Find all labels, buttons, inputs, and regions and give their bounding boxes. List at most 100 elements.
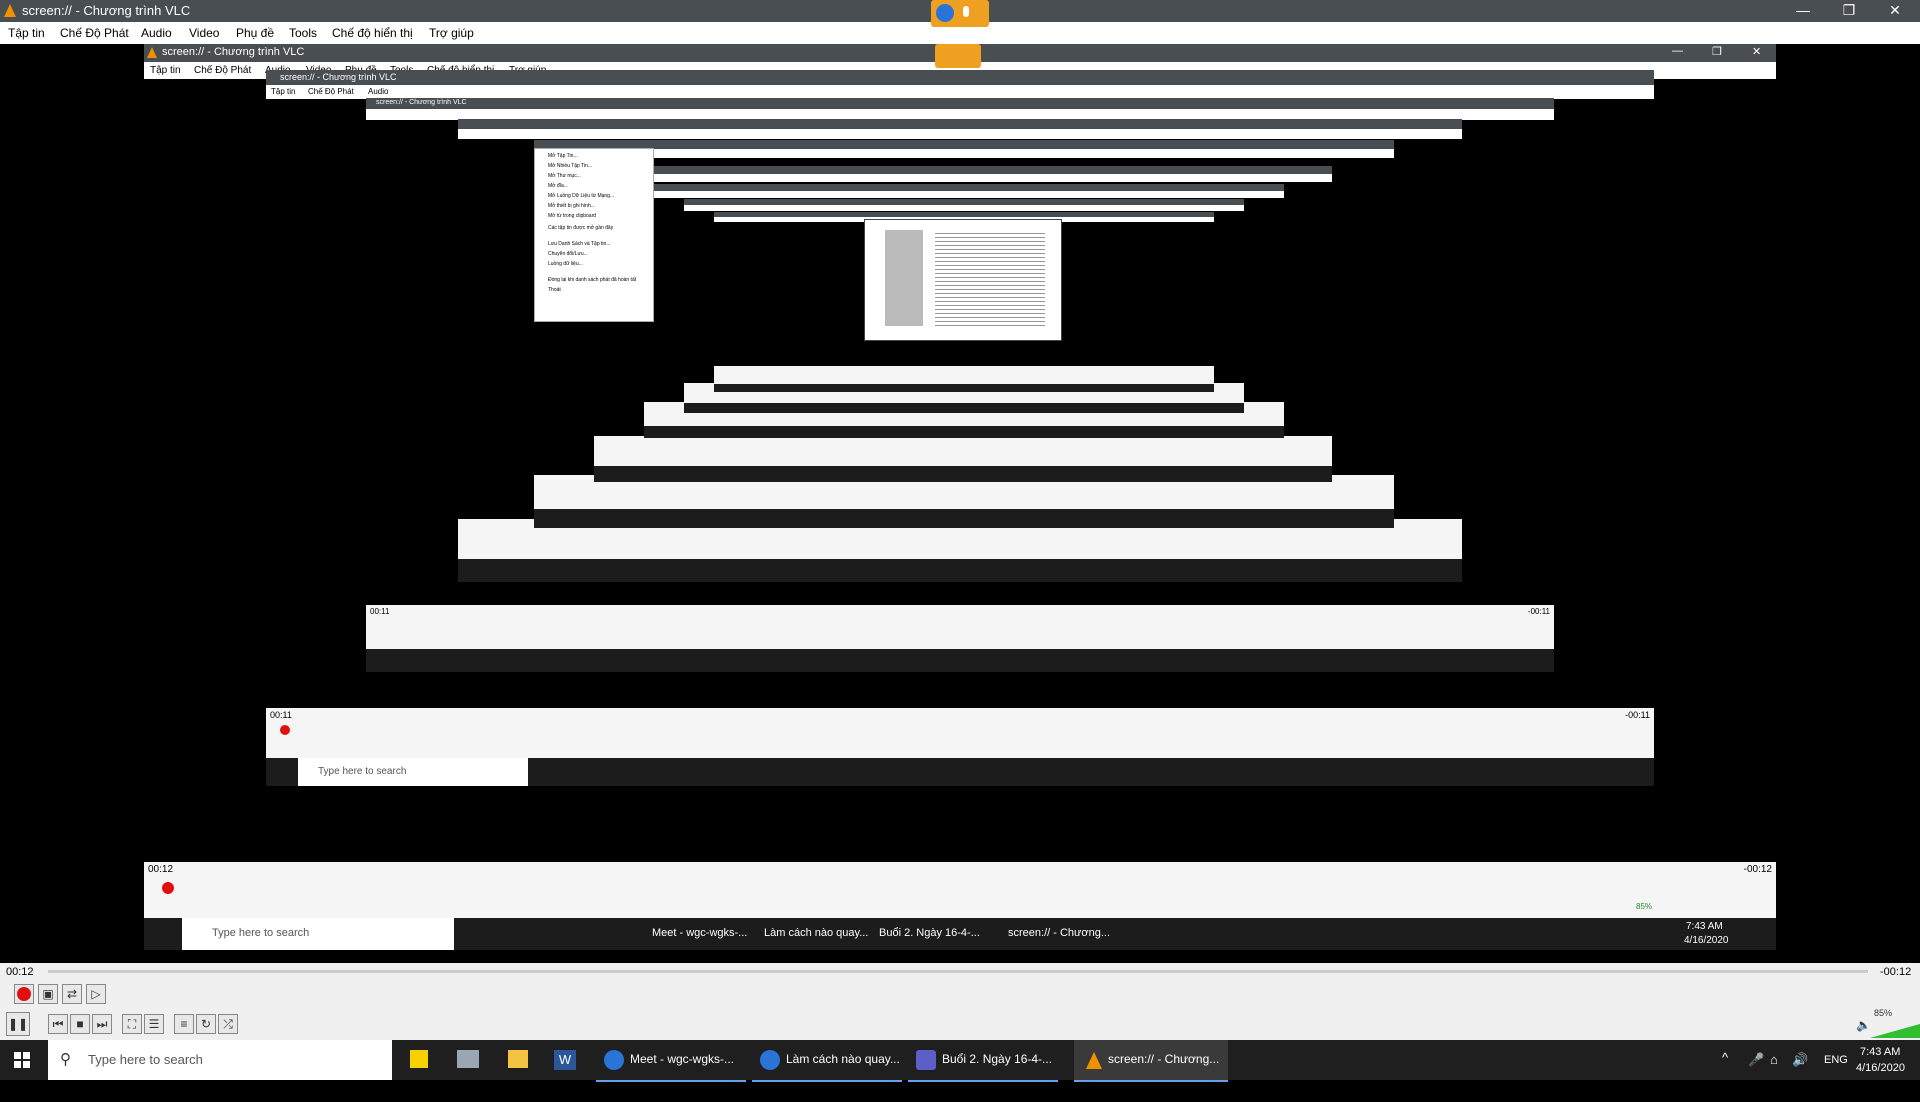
mirror-2-menu-playback: Chế Độ Phát: [308, 87, 354, 96]
mirror-remaining: -00:12: [1743, 864, 1772, 875]
minimize-button[interactable]: —: [1780, 0, 1826, 22]
next-button[interactable]: ⏭: [92, 1014, 112, 1034]
tray-volume-icon[interactable]: 🔊: [1792, 1052, 1808, 1092]
pause-icon: ❚❚: [7, 1017, 29, 1031]
tray-clock-date[interactable]: 4/16/2020: [1856, 1062, 1905, 1102]
word-icon[interactable]: W: [554, 1050, 576, 1070]
chrome-icon: [760, 1050, 780, 1070]
mirror-task-3: Buổi 2. Ngày 16-4-...: [879, 927, 980, 939]
frame-step-button[interactable]: ▷: [86, 984, 106, 1004]
vlc-icon: [1086, 1052, 1102, 1069]
close-button[interactable]: ✕: [1872, 0, 1918, 22]
taskbar-app-teams[interactable]: Buổi 2. Ngày 16-4-...: [908, 1040, 1058, 1082]
mirror-2-record-icon: [280, 725, 290, 735]
sticky-notes-icon[interactable]: [410, 1050, 428, 1068]
photos-icon[interactable]: [457, 1050, 479, 1068]
pause-button[interactable]: ❚❚: [6, 1012, 30, 1036]
record-icon: [17, 987, 31, 1001]
taskbar-search-box[interactable]: ⚲ Type here to search: [48, 1040, 392, 1080]
stop-icon: ■: [76, 1017, 84, 1031]
mirror-minimize-icon: —: [1672, 45, 1683, 57]
file-menu-item-5: Mở Luồng Dữ Liệu từ Mạng...: [548, 193, 615, 199]
menu-video[interactable]: Video: [189, 26, 219, 40]
mirror-title-3: screen:// - Chương trình VLC: [376, 99, 467, 106]
menu-audio[interactable]: Audio: [141, 26, 172, 40]
taskbar-app-vlc[interactable]: screen:// - Chương...: [1074, 1040, 1228, 1082]
tray-chevron-up-icon[interactable]: ^: [1722, 1050, 1728, 1090]
taskbar-app-meet[interactable]: Meet - wgc-wgks-...: [596, 1040, 746, 1082]
playlist-icon: ≡: [180, 1017, 188, 1031]
file-menu-item-1: Mở Tập Tin...: [548, 153, 578, 159]
seek-slider[interactable]: [48, 970, 1868, 973]
seek-bar-row: 00:12 -00:12: [0, 963, 1920, 980]
remaining-time: -00:12: [1880, 966, 1912, 978]
speaker-icon[interactable]: 🔈: [1856, 1018, 1871, 1032]
file-menu-item-9: Lưu Danh Sách và Tập tin...: [548, 241, 611, 247]
video-area[interactable]: screen:// - Chương trình VLC — ❐ ✕ Tập t…: [144, 44, 1776, 962]
teams-icon: [916, 1050, 936, 1070]
mirror-task-4: screen:// - Chương...: [1008, 927, 1111, 939]
loop-button[interactable]: ↻: [196, 1014, 216, 1034]
menu-tools[interactable]: Tools: [289, 26, 317, 40]
chrome-icon: [936, 4, 954, 22]
file-menu-item-8: Các tập tin được mở gần đây: [548, 225, 614, 231]
mirror-elapsed: 00:12: [148, 864, 174, 875]
playback-controls: ▣ ⇄ ▷ ❚❚ ⏮ ■ ⏭ ⛶ ☰ ≡ ↻ ⤮ 🔈 85%: [0, 980, 1920, 1040]
mic-icon: [963, 6, 969, 17]
equalizer-icon: ☰: [148, 1017, 160, 1031]
menu-playback[interactable]: Chế Độ Phát: [60, 26, 129, 40]
menu-help[interactable]: Trợ giúp: [429, 26, 474, 40]
snapshot-button[interactable]: ▣: [38, 984, 58, 1004]
vlc-cone-icon: [147, 47, 157, 58]
loop-icon: ↻: [200, 1017, 212, 1031]
search-icon: ⚲: [60, 1051, 71, 1068]
elapsed-time: 00:12: [6, 966, 34, 978]
shuffle-button[interactable]: ⤮: [218, 1014, 238, 1034]
fullscreen-button[interactable]: ⛶: [122, 1014, 142, 1034]
previous-button[interactable]: ⏮: [48, 1014, 68, 1034]
windows-start-icon[interactable]: [14, 1052, 30, 1068]
search-placeholder: Type here to search: [88, 1052, 203, 1067]
shuffle-icon: ⤮: [223, 1017, 233, 1031]
tray-mic-icon[interactable]: 🎤: [1748, 1052, 1764, 1092]
mirror-taskbar: Type here to search Meet - wgc-wgks-... …: [144, 918, 1776, 950]
loop-ab-button[interactable]: ⇄: [62, 984, 82, 1004]
mirror-close-icon: ✕: [1752, 46, 1762, 58]
mirror-volume-label: 85%: [1636, 902, 1653, 911]
volume-slider[interactable]: [1870, 1020, 1920, 1038]
mirror-title: screen:// - Chương trình VLC: [162, 46, 305, 58]
mirror-menu-file: Tập tin: [150, 65, 181, 76]
taskbar: ⚲ Type here to search W Meet - wgc-wgks-…: [0, 1040, 1920, 1082]
mirror-2-menu-file: Tập tin: [271, 87, 296, 96]
menu-file[interactable]: Tập tin: [8, 26, 45, 40]
file-menu-item-4: Mở đĩa...: [548, 183, 568, 189]
playlist-button[interactable]: ≡: [174, 1014, 194, 1034]
mirror-meet-indicator: [935, 44, 981, 68]
mirror-controls: 00:12 -00:12 85%: [144, 862, 1776, 918]
frame-step-icon: ▷: [91, 987, 101, 1001]
stop-button[interactable]: ■: [70, 1014, 90, 1034]
mirror-2-elapsed: 00:11: [270, 710, 292, 720]
mirror-record-icon: [162, 882, 174, 894]
mirror-2-remaining: -00:11: [1625, 710, 1650, 720]
taskbar-app-howto[interactable]: Làm cách nào quay...: [752, 1040, 902, 1082]
fullscreen-icon: ⛶: [127, 1017, 137, 1031]
tray-network-icon[interactable]: ⌂: [1770, 1052, 1778, 1092]
chrome-icon: [604, 1050, 624, 1070]
file-menu-item-7: Mở từ trong clipboard: [548, 213, 597, 219]
file-menu-item-6: Mở thiết bị ghi hình...: [548, 203, 595, 209]
tray-language[interactable]: ENG: [1824, 1054, 1848, 1094]
loop-ab-icon: ⇄: [66, 987, 78, 1001]
maximize-button[interactable]: ❐: [1826, 0, 1872, 22]
menu-view[interactable]: Chế độ hiển thị: [332, 26, 413, 40]
record-button[interactable]: [14, 984, 34, 1004]
meet-sharing-indicator[interactable]: [931, 0, 989, 27]
mirror-search-box: Type here to search: [182, 918, 454, 950]
mirror-menu-playback: Chế Độ Phát: [194, 65, 252, 76]
file-explorer-icon[interactable]: [508, 1050, 528, 1068]
volume-wedge: [1870, 1023, 1920, 1038]
menu-subtitle[interactable]: Phụ đề: [236, 26, 274, 40]
document-preview: [864, 219, 1062, 341]
mirror-clock-time: 7:43 AM: [1686, 921, 1723, 932]
extended-settings-button[interactable]: ☰: [144, 1014, 164, 1034]
